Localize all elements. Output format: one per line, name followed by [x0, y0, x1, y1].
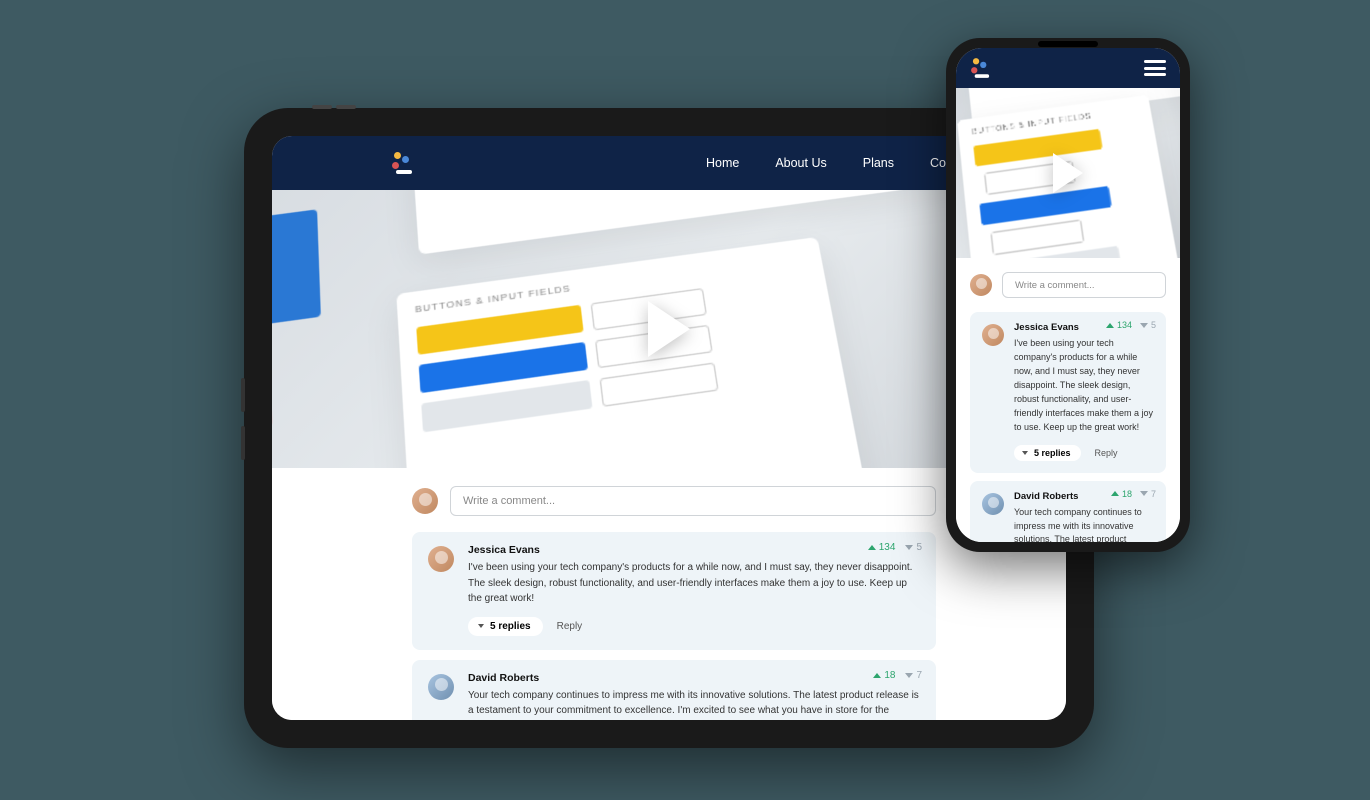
- comment-card: Jessica Evans 134 5 I've been using your…: [412, 532, 936, 650]
- downvote-button[interactable]: 5: [905, 542, 922, 553]
- comment-input[interactable]: Write a comment...: [1002, 272, 1166, 298]
- downvote-count: 5: [916, 542, 922, 553]
- nav-contact-truncated[interactable]: Co: [930, 156, 946, 170]
- avatar: [982, 493, 1004, 515]
- menu-icon[interactable]: [1144, 60, 1166, 76]
- hero-video-mobile[interactable]: Component Library 04 BUTTONS & INPUT FIE…: [956, 88, 1180, 258]
- chevron-up-icon: [1106, 323, 1114, 328]
- comment-author: Jessica Evans: [1014, 322, 1079, 333]
- replies-count: 5 replies: [1034, 448, 1071, 458]
- upvote-button[interactable]: 18: [873, 670, 895, 681]
- comment-card: David Roberts 18 7 Your tech company con…: [970, 481, 1166, 542]
- upvote-button[interactable]: 134: [1106, 320, 1132, 330]
- tablet-top-button: [336, 105, 356, 109]
- logo-icon: [392, 152, 414, 174]
- chevron-up-icon: [1111, 491, 1119, 496]
- downvote-button[interactable]: 7: [905, 670, 922, 681]
- vote-controls: 134 5: [868, 542, 922, 553]
- comment-input-placeholder: Write a comment...: [463, 495, 555, 507]
- comment-card: David Roberts 18 7 Your tech company con…: [412, 660, 936, 721]
- upvote-button[interactable]: 18: [1111, 489, 1132, 499]
- hero-title-text: Component Library: [430, 190, 949, 199]
- replies-count: 5 replies: [490, 621, 531, 632]
- avatar: [428, 674, 454, 700]
- reply-button[interactable]: Reply: [557, 621, 583, 632]
- chevron-down-icon: [1140, 323, 1148, 328]
- chevron-down-icon: [1140, 491, 1148, 496]
- hero-card-buttons: BUTTONS & INPUT FIELDS: [396, 237, 866, 468]
- avatar: [970, 274, 992, 296]
- comment-text: Your tech company continues to impress m…: [1014, 506, 1154, 542]
- chevron-down-icon: [1022, 451, 1028, 455]
- comment-author: Jessica Evans: [468, 544, 540, 556]
- tablet-top-button: [312, 105, 332, 109]
- nav-plans[interactable]: Plans: [863, 156, 894, 170]
- play-icon[interactable]: [648, 301, 690, 357]
- chevron-down-icon: [905, 673, 913, 678]
- comment-text: I've been using your tech company's prod…: [468, 560, 920, 607]
- comment-composer: Write a comment...: [970, 272, 1166, 298]
- tablet-volume-button: [241, 378, 245, 412]
- comment-author: David Roberts: [1014, 491, 1078, 502]
- replies-toggle[interactable]: 5 replies: [468, 617, 543, 636]
- upvote-count: 18: [1122, 489, 1132, 499]
- downvote-count: 5: [1151, 320, 1156, 330]
- upvote-count: 18: [884, 670, 895, 681]
- hero-card-title: Component Library 04: [412, 190, 978, 255]
- chevron-down-icon: [905, 545, 913, 550]
- downvote-button[interactable]: 7: [1140, 489, 1156, 499]
- vote-controls: 134 5: [1106, 320, 1156, 330]
- comment-author: David Roberts: [468, 672, 539, 684]
- logo-icon[interactable]: [971, 58, 991, 78]
- comment-text: I've been using your tech company's prod…: [1014, 337, 1154, 435]
- chevron-down-icon: [478, 624, 484, 628]
- comment-input[interactable]: Write a comment...: [450, 486, 936, 516]
- vote-controls: 18 7: [1111, 489, 1156, 499]
- avatar: [412, 488, 438, 514]
- downvote-button[interactable]: 5: [1140, 320, 1156, 330]
- phone-screen: Component Library 04 BUTTONS & INPUT FIE…: [956, 48, 1180, 542]
- primary-nav: Home About Us Plans Co: [706, 156, 946, 170]
- chevron-up-icon: [873, 673, 881, 678]
- upvote-count: 134: [1117, 320, 1132, 330]
- replies-toggle[interactable]: 5 replies: [1014, 445, 1081, 461]
- phone-notch: [1038, 41, 1098, 47]
- upvote-count: 134: [879, 542, 896, 553]
- play-icon[interactable]: [1053, 153, 1083, 193]
- upvote-button[interactable]: 134: [868, 542, 896, 553]
- nav-home[interactable]: Home: [706, 156, 739, 170]
- hero-blue-tile: [272, 209, 321, 337]
- comment-text: Your tech company continues to impress m…: [468, 688, 920, 721]
- vote-controls: 18 7: [873, 670, 922, 681]
- avatar: [982, 324, 1004, 346]
- comment-composer: Write a comment...: [412, 486, 936, 516]
- reply-button[interactable]: Reply: [1095, 448, 1118, 458]
- site-header-mobile: [956, 48, 1180, 88]
- brand-logo[interactable]: [392, 152, 414, 174]
- downvote-count: 7: [916, 670, 922, 681]
- comments-section-mobile: Write a comment... Jessica Evans 134 5 I…: [956, 258, 1180, 542]
- phone-device-frame: Component Library 04 BUTTONS & INPUT FIE…: [946, 38, 1190, 552]
- tablet-volume-button: [241, 426, 245, 460]
- chevron-up-icon: [868, 545, 876, 550]
- comment-card: Jessica Evans 134 5 I've been using your…: [970, 312, 1166, 473]
- comment-input-placeholder: Write a comment...: [1015, 280, 1095, 291]
- nav-about[interactable]: About Us: [775, 156, 826, 170]
- downvote-count: 7: [1151, 489, 1156, 499]
- avatar: [428, 546, 454, 572]
